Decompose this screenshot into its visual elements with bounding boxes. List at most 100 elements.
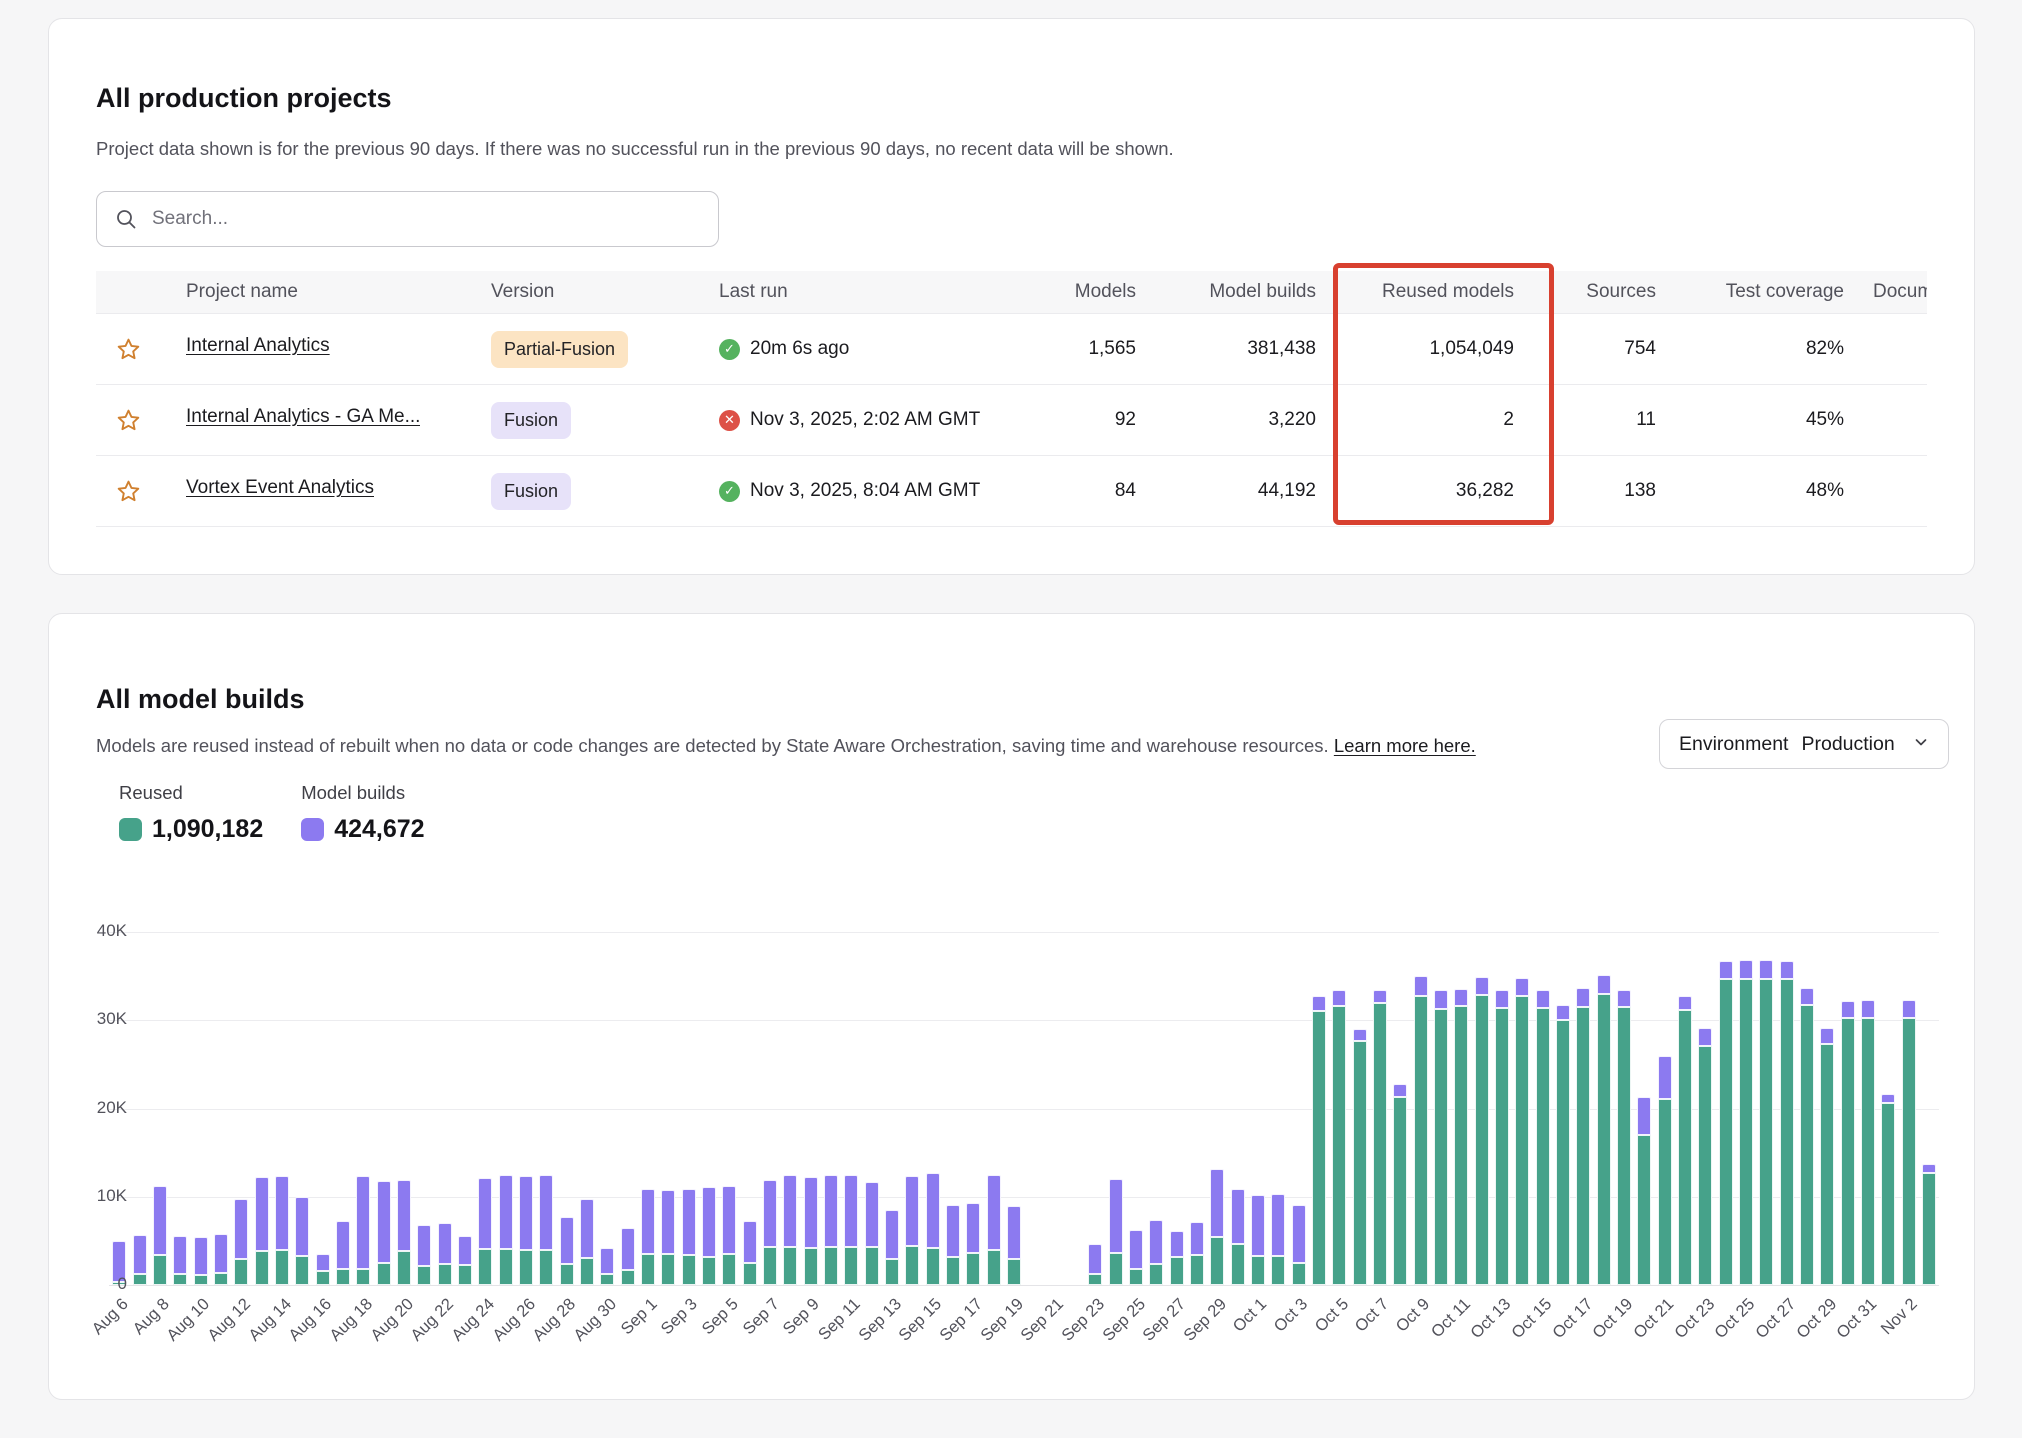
favorite-star-icon[interactable] <box>96 478 161 505</box>
reused-segment <box>336 1269 350 1285</box>
reused-segment <box>255 1251 269 1285</box>
version-badge: Partial-Fusion <box>491 331 628 368</box>
test-coverage-cell: 45% <box>1671 409 1856 431</box>
sources-cell: 138 <box>1561 480 1671 502</box>
model-builds-segment <box>885 1210 899 1259</box>
model-builds-segment <box>1495 990 1509 1008</box>
project-link[interactable]: Vortex Event Analytics <box>186 477 374 499</box>
project-link[interactable]: Internal Analytics <box>186 335 330 357</box>
test-coverage-cell: 48% <box>1671 480 1856 502</box>
learn-more-link[interactable]: Learn more here. <box>1334 735 1476 756</box>
reused-segment <box>1170 1257 1184 1285</box>
model-builds-segment <box>336 1221 350 1270</box>
reused-segment <box>1617 1007 1631 1285</box>
model-builds-segment <box>1332 990 1346 1006</box>
x-tick-label: Sep 17 <box>936 1295 986 1345</box>
reused-segment <box>1292 1263 1306 1285</box>
projects-table: Project name Version Last run Models Mod… <box>96 271 1927 527</box>
model-builds-segment <box>1902 1000 1916 1018</box>
reused-segment <box>987 1250 1001 1285</box>
model-builds-segment <box>1678 996 1692 1010</box>
bar-oct-9 <box>1414 976 1428 1285</box>
model-builds-segment <box>1841 1001 1855 1018</box>
model-builds-segment <box>1007 1206 1021 1260</box>
bar-aug-15 <box>295 1197 309 1285</box>
x-tick-label: Oct 25 <box>1711 1295 1759 1343</box>
reused-segment <box>926 1248 940 1285</box>
model-builds-cell: 44,192 <box>1141 480 1321 502</box>
model-builds-segment <box>1820 1028 1834 1044</box>
search-box[interactable] <box>96 191 719 247</box>
reused-segment <box>722 1254 736 1285</box>
bar-sep-18 <box>987 1175 1001 1285</box>
reused-segment <box>539 1250 553 1285</box>
version-badge: Fusion <box>491 402 571 439</box>
bar-sep-11 <box>844 1175 858 1285</box>
bar-aug-30 <box>600 1248 614 1285</box>
model-builds-segment <box>682 1189 696 1255</box>
bar-sep-9 <box>804 1177 818 1285</box>
reused-segment <box>1251 1256 1265 1285</box>
reused-segment <box>1698 1046 1712 1285</box>
model-builds-cell: 381,438 <box>1141 338 1321 360</box>
reused-segment <box>1271 1256 1285 1285</box>
reused-segment <box>153 1255 167 1285</box>
chart-subtitle-text: Models are reused instead of rebuilt whe… <box>96 735 1329 756</box>
model-builds-segment <box>621 1228 635 1270</box>
last-run-text: Nov 3, 2025, 2:02 AM GMT <box>750 409 980 431</box>
bar-oct-6 <box>1353 1029 1367 1285</box>
table-header-row: Project name Version Last run Models Mod… <box>96 271 1927 313</box>
model-builds-segment <box>275 1176 289 1249</box>
header-last-run: Last run <box>719 281 1041 303</box>
reused-segment <box>1658 1099 1672 1285</box>
bar-aug-25 <box>499 1175 513 1285</box>
run-success-icon: ✓ <box>719 339 740 360</box>
model-builds-segment <box>397 1180 411 1251</box>
reused-segment <box>580 1258 594 1285</box>
project-link[interactable]: Internal Analytics - GA Me... <box>186 406 420 428</box>
reused-segment <box>661 1254 675 1285</box>
reused-segment <box>1353 1041 1367 1285</box>
model-builds-cell: 3,220 <box>1141 409 1321 431</box>
bar-aug-7 <box>133 1235 147 1285</box>
header-reused-models: Reused models <box>1321 281 1561 303</box>
x-tick-label: Oct 17 <box>1549 1295 1597 1343</box>
x-tick-label: Sep 21 <box>1018 1295 1068 1345</box>
gridline <box>109 932 1939 933</box>
gridline <box>109 1020 1939 1021</box>
bar-aug-28 <box>560 1217 574 1285</box>
model-builds-segment <box>1475 977 1489 995</box>
bar-aug-29 <box>580 1199 594 1285</box>
bar-sep-28 <box>1190 1222 1204 1285</box>
reused-segment <box>824 1247 838 1285</box>
bar-oct-1 <box>1251 1195 1265 1285</box>
environment-select[interactable]: Environment Production <box>1659 719 1949 769</box>
reused-segment <box>763 1247 777 1285</box>
last-run-cell: ✓ 20m 6s ago <box>719 338 1041 360</box>
x-tick-label: Aug 26 <box>489 1295 539 1345</box>
reused-segment <box>560 1264 574 1285</box>
x-tick-label: Oct 9 <box>1393 1295 1434 1336</box>
search-input[interactable] <box>150 207 700 231</box>
reused-segment <box>1393 1097 1407 1285</box>
reused-segment <box>377 1263 391 1285</box>
bar-oct-24 <box>1719 961 1733 1285</box>
reused-segment <box>133 1274 147 1285</box>
x-tick-label: Oct 19 <box>1589 1295 1637 1343</box>
legend-item-reused: Reused 1,090,182 <box>119 782 263 844</box>
bar-sep-23 <box>1088 1244 1102 1285</box>
model-builds-segment <box>1719 961 1733 979</box>
x-tick-label: Aug 30 <box>570 1295 620 1345</box>
bar-nov-2 <box>1902 1000 1916 1285</box>
x-tick-label: Sep 23 <box>1058 1295 1108 1345</box>
favorite-star-icon[interactable] <box>96 407 161 434</box>
favorite-star-icon[interactable] <box>96 336 161 363</box>
model-builds-segment <box>316 1254 330 1271</box>
reused-segment <box>1007 1259 1021 1285</box>
bar-aug-13 <box>255 1177 269 1285</box>
x-tick-label: Sep 25 <box>1099 1295 1149 1345</box>
bar-oct-28 <box>1800 988 1814 1285</box>
reused-segment <box>478 1249 492 1285</box>
projects-subtitle: Project data shown is for the previous 9… <box>96 138 1174 160</box>
reused-segment <box>1190 1255 1204 1285</box>
